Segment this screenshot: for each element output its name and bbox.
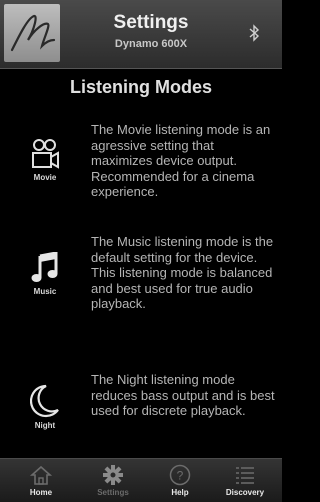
gear-icon: [103, 465, 123, 485]
help-icon: ?: [169, 464, 191, 486]
mode-movie[interactable]: Movie The Movie listening mode is an agr…: [0, 122, 282, 217]
list-icon: [236, 467, 254, 484]
music-note-icon: [31, 252, 58, 282]
mode-night[interactable]: Night The Night listening mode reduces b…: [0, 372, 282, 452]
mode-music-button[interactable]: Music: [20, 252, 70, 296]
tab-settings[interactable]: Settings: [78, 459, 148, 502]
tab-help-label: Help: [171, 488, 189, 497]
mode-music-label: Music: [33, 287, 57, 296]
mode-movie-description: The Movie listening mode is an agressive…: [91, 122, 271, 199]
mode-music[interactable]: Music The Music listening mode is the de…: [0, 234, 282, 329]
mode-movie-button[interactable]: Movie: [20, 138, 70, 182]
mode-night-label: Night: [34, 421, 56, 430]
tab-home[interactable]: Home: [6, 459, 76, 502]
mode-night-description: The Night listening mode reduces bass ou…: [91, 372, 275, 418]
app-header: Settings Dynamo 600X: [0, 0, 282, 69]
home-icon: [29, 465, 53, 485]
movie-camera-icon: [32, 139, 59, 169]
svg-text:?: ?: [177, 469, 184, 483]
tab-settings-label: Settings: [97, 488, 129, 497]
page-title: Settings: [113, 12, 189, 33]
tab-help[interactable]: ? Help: [145, 459, 215, 502]
mode-night-button[interactable]: Night: [20, 384, 70, 430]
logo[interactable]: [4, 4, 60, 62]
signature-logo-icon: [10, 14, 56, 52]
tab-home-label: Home: [29, 488, 53, 497]
crescent-moon-icon: [30, 384, 59, 418]
tab-discovery[interactable]: Discovery: [210, 459, 280, 502]
device-name: Dynamo 600X: [114, 38, 188, 50]
tab-bar: Home Settings ? Help Discovery: [0, 458, 282, 502]
bluetooth-icon[interactable]: [248, 24, 260, 42]
mode-music-description: The Music listening mode is the default …: [91, 234, 274, 311]
tab-discovery-label: Discovery: [225, 488, 265, 497]
mode-movie-label: Movie: [33, 173, 57, 182]
section-heading: Listening Modes: [69, 77, 212, 97]
